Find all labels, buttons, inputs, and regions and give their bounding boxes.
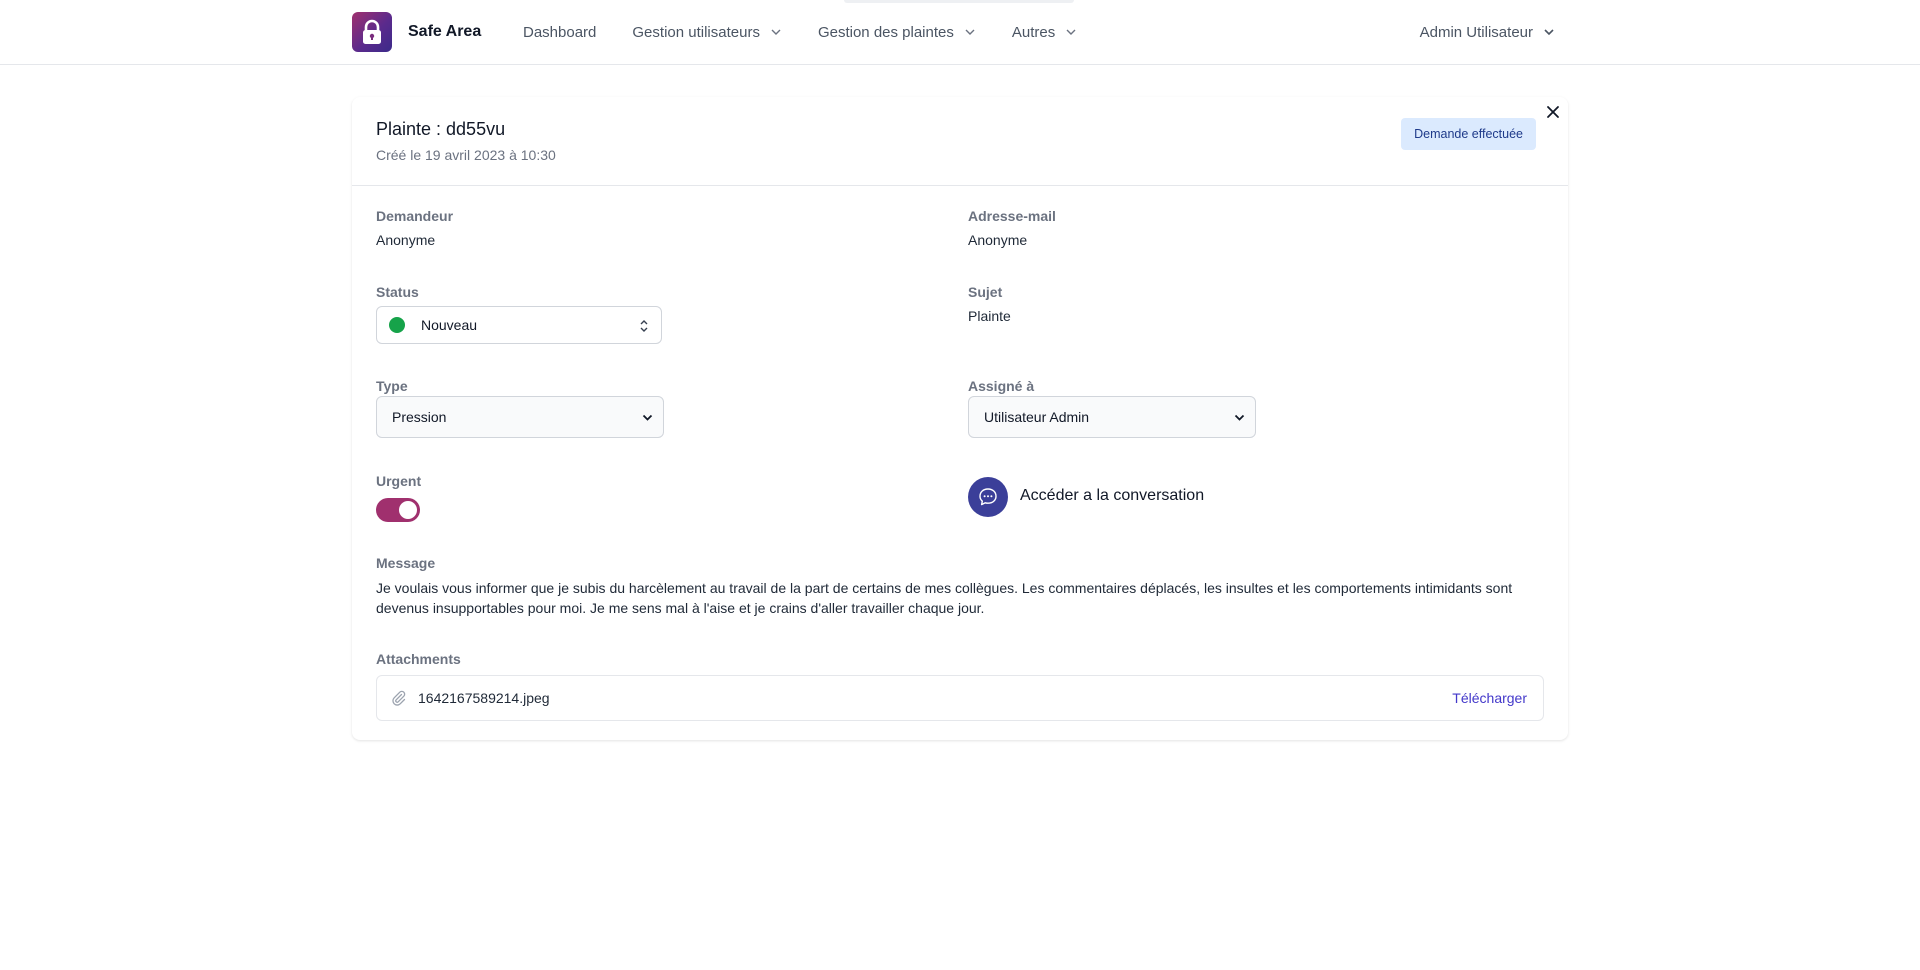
type-select[interactable]: Pression [376, 396, 664, 438]
email-label: Adresse-mail [968, 208, 1056, 224]
assigned-value: Utilisateur Admin [984, 409, 1090, 425]
card-header: Plainte : dd55vu Créé le 19 avril 2023 à… [352, 97, 1568, 186]
nav-gestion-plaintes[interactable]: Gestion des plaintes [818, 24, 976, 41]
top-navbar: Safe Area Dashboard Gestion utilisateurs… [0, 0, 1920, 65]
requester-label: Demandeur [376, 208, 454, 224]
subject-label: Sujet [968, 284, 1003, 300]
brand-name: Safe Area [408, 23, 482, 40]
requester-value: Anonyme [376, 232, 436, 248]
type-label: Type [376, 378, 408, 394]
conversation-link[interactable]: Accéder a la conversation [1020, 487, 1204, 505]
status-badge: Demande effectuée [1401, 118, 1536, 150]
attachment-file-name: 1642167589214.jpeg [418, 690, 550, 706]
type-value: Pression [392, 409, 447, 425]
conversation-button[interactable] [968, 477, 1008, 517]
chevron-down-icon [965, 29, 975, 35]
complaint-created-date: Créé le 19 avril 2023 à 10:30 [376, 147, 556, 163]
lock-logo-icon [352, 12, 392, 52]
chevron-down-icon [642, 414, 653, 421]
close-icon[interactable] [1544, 103, 1562, 121]
chevron-up-down-icon [640, 320, 648, 332]
complaint-card: Plainte : dd55vu Créé le 19 avril 2023 à… [352, 97, 1568, 740]
status-label: Status [376, 284, 419, 300]
chevron-down-icon [1234, 414, 1245, 421]
chevron-down-icon [1066, 29, 1076, 35]
brand[interactable]: Safe Area [352, 12, 481, 52]
main-nav: Dashboard Gestion utilisateurs Gestion d… [523, 0, 1113, 64]
subject-value: Plainte [968, 308, 1011, 324]
urgent-label: Urgent [376, 473, 422, 489]
nav-gestion-plaintes-label: Gestion des plaintes [817, 23, 954, 41]
attachments-label: Attachments [376, 651, 461, 667]
paperclip-icon [392, 690, 406, 706]
chevron-down-icon [1544, 29, 1554, 36]
urgent-toggle[interactable] [376, 498, 420, 522]
nav-gestion-utilisateurs[interactable]: Gestion utilisateurs [632, 24, 782, 41]
chat-bubble-icon [979, 488, 997, 506]
message-body: Je voulais vous informer que je subis du… [376, 580, 1513, 616]
user-menu[interactable]: Admin Utilisateur [1420, 0, 1555, 64]
nav-dashboard-label: Dashboard [523, 23, 597, 41]
download-link[interactable]: Télécharger [1452, 690, 1527, 706]
complaint-title: Plainte : dd55vu [376, 119, 506, 139]
email-value: Anonyme [968, 232, 1028, 248]
attachment-row: 1642167589214.jpeg Télécharger [376, 675, 1544, 721]
assigned-select[interactable]: Utilisateur Admin [968, 396, 1256, 438]
message-label: Message [376, 555, 436, 571]
status-value: Nouveau [421, 317, 478, 333]
nav-autres-label: Autres [1011, 23, 1056, 41]
user-menu-label: Admin Utilisateur [1419, 23, 1533, 41]
nav-dashboard[interactable]: Dashboard [523, 24, 596, 41]
toggle-knob [399, 501, 417, 519]
status-select[interactable]: Nouveau [376, 306, 662, 344]
status-dot [389, 317, 405, 333]
chevron-down-icon [771, 29, 781, 35]
assigned-label: Assigné à [968, 378, 1035, 394]
nav-gestion-utilisateurs-label: Gestion utilisateurs [632, 23, 760, 41]
nav-autres[interactable]: Autres [1012, 24, 1077, 41]
